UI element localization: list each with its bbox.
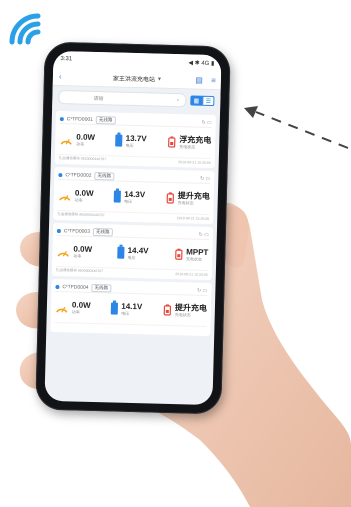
refresh-icon[interactable]: ↻ ▭: [201, 119, 211, 125]
device-card[interactable]: C¹TFD0002 无线路 ↻ ▭ 0.0W 功率 14.3V 电压 提升充电 …: [53, 166, 215, 225]
device-id: C¹TFD0004: [62, 283, 89, 291]
list-view-button[interactable]: ☰: [202, 95, 215, 107]
status-time: 3:31: [60, 56, 73, 63]
status-dot: [56, 228, 61, 233]
mode-label: 充电状态: [174, 311, 191, 318]
refresh-icon[interactable]: ↻ ▭: [197, 287, 207, 293]
device-tag: 无线路: [91, 283, 112, 292]
device-id: C¹TFD0003: [63, 227, 91, 235]
menu-icon[interactable]: ≡: [211, 75, 216, 84]
device-time: 2019-09-21 15:25:05: [178, 159, 211, 165]
voltage-label: 电压: [124, 198, 133, 204]
battery-icon: [114, 190, 122, 203]
smartphone: 3:31 ◀ ✱ 4G ▮ ‹ 家王洪流充电站 ▾ ▤ ≡ 请输 ⌕ ▦ ☰ C…: [35, 41, 231, 415]
gauge-icon: [59, 194, 71, 201]
power-metric: 0.0W 功率: [55, 299, 91, 315]
phone-screen: 3:31 ◀ ✱ 4G ▮ ‹ 家王洪流充电站 ▾ ▤ ≡ 请输 ⌕ ▦ ☰ C…: [44, 50, 222, 406]
voltage-label: 电压: [121, 310, 130, 316]
device-imei: 扎由通信模块 8620000440787: [58, 156, 107, 162]
gauge-icon: [60, 138, 72, 145]
battery-icon: [115, 134, 123, 147]
power-label: 功率: [71, 308, 80, 315]
voltage-value: 14.1V: [121, 301, 143, 311]
battery-icon: [111, 302, 119, 315]
voltage-metric: 14.3V 电压: [114, 189, 145, 205]
voltage-label: 电压: [127, 254, 136, 260]
power-metric: 0.0W 功率: [56, 244, 92, 260]
search-icon[interactable]: ⌕: [176, 97, 179, 103]
power-value: 0.0W: [74, 187, 94, 198]
mode-label: 充电状态: [177, 199, 194, 206]
mode-label: 充电状态: [179, 143, 196, 150]
battery-icon: [117, 246, 125, 259]
mode-value: 提升充电: [177, 190, 210, 201]
voltage-label: 电压: [125, 142, 134, 148]
grid-view-button[interactable]: ▦: [190, 95, 203, 106]
voltage-metric: 13.7V 电压: [115, 133, 147, 149]
device-card[interactable]: C¹TFD0004 无线路 ↻ ▭ 0.0W 功率 14.1V 电压 提升充电 …: [50, 278, 212, 337]
power-label: 功率: [73, 252, 82, 259]
search-placeholder: 请输: [93, 95, 104, 102]
mode-metric: 提升充电 充电状态: [166, 190, 210, 206]
device-list: C¹TFD0001 无线路 ↻ ▭ 0.0W 功率 13.7V 电压 浮充充电 …: [46, 110, 220, 337]
device-metrics: 0.0W 功率 14.4V 电压 MPPT 充电状态: [56, 236, 209, 270]
refresh-icon[interactable]: ↻ ▭: [200, 175, 210, 181]
search-input[interactable]: 请输 ⌕: [58, 90, 187, 108]
power-metric: 0.0W 功率: [59, 132, 95, 148]
mode-value: 提升充电: [174, 302, 208, 313]
voltage-metric: 14.4V 电压: [117, 245, 149, 261]
mode-label: 充电状态: [185, 255, 203, 262]
device-tag: 无线路: [92, 227, 113, 236]
view-toggle[interactable]: ▦ ☰: [190, 95, 215, 107]
mode-metric: MPPT 充电状态: [174, 247, 209, 263]
device-metrics: 0.0W 功率 14.1V 电压 提升充电 充电状态: [55, 292, 208, 326]
mode-value: 浮充充电: [179, 134, 212, 145]
power-metric: 0.0W 功率: [58, 188, 94, 204]
back-icon[interactable]: ‹: [59, 72, 62, 81]
gauge-icon: [56, 306, 68, 313]
device-tag: 无线路: [95, 115, 116, 125]
voltage-value: 14.3V: [124, 189, 146, 199]
search-row: 请输 ⌕ ▦ ☰: [52, 85, 221, 113]
status-icons: ◀ ✱ 4G ▮: [188, 59, 215, 67]
device-imei: 扎由通信模块 8620000440787: [57, 212, 105, 218]
power-value: 0.0W: [73, 243, 93, 254]
voltage-metric: 14.1V 电压: [111, 301, 142, 317]
status-dot: [58, 172, 63, 177]
mode-value: MPPT: [186, 246, 209, 257]
device-tag: 无线路: [94, 171, 115, 180]
device-id: C¹TFD0001: [66, 115, 94, 123]
document-icon[interactable]: ▤: [195, 75, 203, 84]
gauge-icon: [57, 250, 69, 257]
device-imei: 扎由通信模块 8620000440787: [55, 267, 104, 274]
device-card[interactable]: C¹TFD0001 无线路 ↻ ▭ 0.0W 功率 13.7V 电压 浮充充电 …: [54, 110, 216, 169]
device-time: 2019-09-21 15:25:05: [176, 215, 210, 221]
power-label: 功率: [74, 196, 83, 203]
page-title[interactable]: 家王洪流充电站: [113, 73, 155, 83]
charger-icon: [168, 136, 176, 148]
device-id: C¹TFD0002: [65, 171, 92, 179]
charger-icon: [174, 248, 183, 260]
power-value: 0.0W: [71, 299, 91, 310]
power-label: 功率: [76, 140, 85, 147]
voltage-value: 14.4V: [127, 245, 149, 255]
device-time: 2019-09-21 15:25:05: [175, 271, 208, 277]
device-metrics: 0.0W 功率 13.7V 电压 浮充充电 充电状态: [59, 124, 212, 158]
device-metrics: 0.0W 功率 14.3V 电压 提升充电 充电状态: [57, 180, 210, 214]
voltage-value: 13.7V: [125, 133, 147, 143]
power-value: 0.0W: [76, 131, 96, 142]
refresh-icon[interactable]: ↻ ▭: [198, 231, 208, 237]
mode-metric: 浮充充电 充电状态: [167, 134, 211, 150]
status-dot: [59, 116, 64, 121]
mode-metric: 提升充电 充电状态: [163, 302, 207, 318]
chevron-down-icon[interactable]: ▾: [158, 75, 161, 82]
device-card[interactable]: C¹TFD0003 无线路 ↻ ▭ 0.0W 功率 14.4V 电压 MPPT …: [51, 222, 214, 281]
charger-icon: [166, 192, 174, 204]
status-dot: [55, 284, 60, 289]
charger-icon: [163, 304, 172, 316]
